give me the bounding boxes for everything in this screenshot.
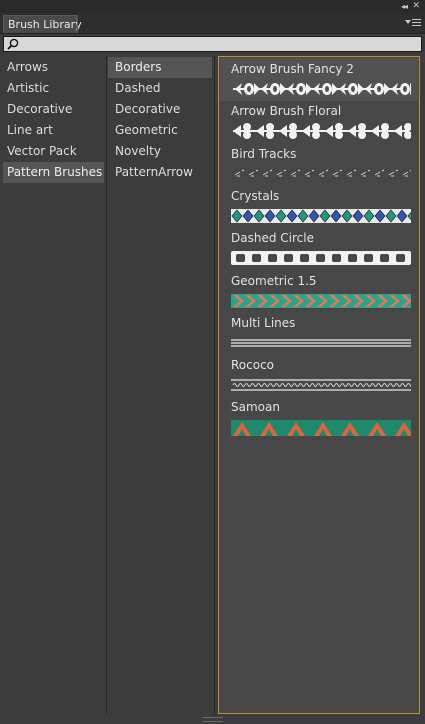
samoan-preview (231, 420, 411, 437)
brush-name: Arrow Brush Fancy 2 (231, 62, 354, 76)
floral-arrow-preview (233, 123, 411, 140)
category-item-arrows[interactable]: Arrows (3, 57, 104, 78)
chevron-preview (231, 293, 411, 308)
subcategory-item-decorative[interactable]: Decorative (108, 99, 212, 120)
collapse-panel-icon[interactable]: ◂◂ (401, 0, 408, 13)
brush-list: Arrow Brush Fancy 2 Arrow Brush Floral Bir… (218, 56, 420, 714)
brush-name: Dashed Circle (231, 231, 314, 246)
subcategory-list: Borders Dashed Decorative Geometric Novelty P… (108, 56, 214, 714)
column-divider[interactable] (214, 56, 215, 714)
category-item-vector-pack[interactable]: Vector Pack (3, 141, 104, 162)
panel-tab-bar: Brush Library (0, 13, 425, 34)
brush-item-arrow-brush-floral[interactable]: Arrow Brush Floral (220, 100, 418, 143)
subcategory-item-novelty[interactable]: Novelty (108, 141, 212, 162)
brush-name: Geometric 1.5 (231, 273, 317, 288)
dashed-circle-preview (231, 251, 411, 266)
close-panel-icon[interactable]: ✕ (412, 0, 420, 13)
category-item-decorative[interactable]: Decorative (3, 99, 104, 120)
brush-item-bird-tracks[interactable]: Bird Tracks (220, 143, 418, 186)
brush-item-dashed-circle[interactable]: Dashed Circle (220, 227, 418, 270)
panel-title-bar: ◂◂ ✕ (0, 0, 425, 13)
column-divider[interactable] (106, 56, 107, 714)
brush-name: Arrow Brush Floral (231, 104, 342, 119)
resize-grip[interactable] (203, 717, 223, 722)
category-item-artistic[interactable]: Artistic (3, 78, 104, 99)
brush-name: Rococo (231, 358, 275, 373)
subcategory-item-patternarrow[interactable]: PatternArrow (108, 162, 212, 183)
search-icon (7, 38, 19, 50)
brush-item-rococo[interactable]: Rococo (220, 354, 418, 397)
brush-item-geometric-1-5[interactable]: Geometric 1.5 (220, 270, 418, 313)
subcategory-item-geometric[interactable]: Geometric (108, 120, 212, 141)
brush-name: Bird Tracks (231, 146, 297, 161)
search-bar[interactable] (3, 36, 422, 52)
brush-item-samoan[interactable]: Samoan (220, 396, 418, 439)
brush-name: Crystals (231, 188, 280, 203)
brush-item-multi-lines[interactable]: Multi Lines (220, 312, 418, 355)
tab-divider (77, 15, 78, 33)
rococo-preview (231, 379, 411, 391)
brush-item-crystals[interactable]: Crystals (220, 185, 418, 228)
brush-item-arrow-brush-fancy-2[interactable]: Arrow Brush Fancy 2 (220, 58, 418, 101)
multi-lines-preview (231, 339, 411, 347)
category-item-pattern-brushes[interactable]: Pattern Brushes (3, 162, 104, 183)
subcategory-item-dashed[interactable]: Dashed (108, 78, 212, 99)
brush-name: Samoan (231, 400, 280, 415)
category-list: Arrows Artistic Decorative Line art Vector P… (3, 56, 106, 714)
brush-name: Multi Lines (231, 315, 296, 330)
fancy-arrow-preview (233, 83, 411, 95)
tab-brush-library[interactable]: Brush Library (3, 15, 82, 33)
category-item-line-art[interactable]: Line art (3, 120, 104, 141)
crystals-preview (231, 208, 411, 223)
search-input[interactable] (21, 37, 419, 51)
bird-tracks-preview (234, 169, 411, 177)
subcategory-item-borders[interactable]: Borders (108, 57, 212, 78)
panel-menu-icon[interactable] (405, 17, 421, 29)
